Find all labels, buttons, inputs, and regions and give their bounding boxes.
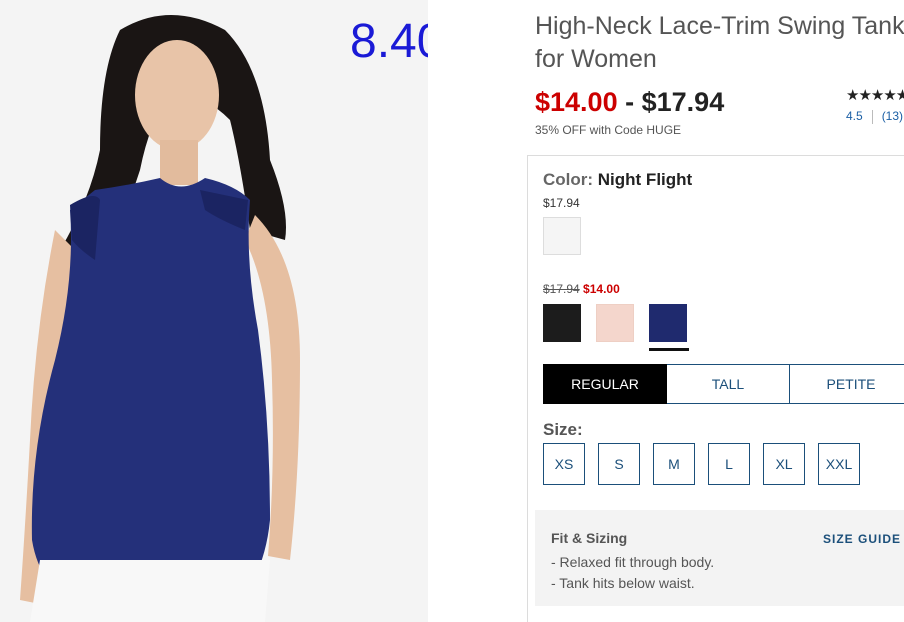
- selected-swatch-indicator: [649, 348, 689, 351]
- sale-price: $14.00: [535, 87, 618, 117]
- size-s-button[interactable]: S: [598, 443, 640, 485]
- rating-row[interactable]: 4.5 (13): [846, 109, 903, 124]
- product-image: 8.40$: [0, 0, 428, 622]
- rating-value[interactable]: 4.5: [846, 109, 863, 123]
- swatch-night-flight[interactable]: [649, 304, 687, 342]
- review-count-link[interactable]: (13): [882, 109, 903, 123]
- color-label-text: Color:: [543, 170, 594, 189]
- fit-tabs: REGULAR TALL PETITE: [543, 364, 904, 404]
- regular-price: $17.94: [641, 87, 725, 117]
- options-panel-border-left: [527, 155, 528, 622]
- color-group-price: $17.94: [543, 196, 580, 210]
- price-dash: -: [625, 87, 635, 117]
- tab-regular[interactable]: REGULAR: [543, 364, 667, 404]
- options-panel-border-top: [527, 155, 904, 156]
- price-range: $14.00 - $17.94: [535, 87, 724, 118]
- size-l-button[interactable]: L: [708, 443, 750, 485]
- rating-stars-icon: ★★★★★: [846, 87, 904, 104]
- size-guide-link[interactable]: SIZE GUIDE: [823, 532, 901, 546]
- selected-color-name: Night Flight: [597, 170, 693, 189]
- size-m-button[interactable]: M: [653, 443, 695, 485]
- original-price: $17.94: [543, 282, 580, 296]
- product-title-line2: for Women: [535, 45, 657, 73]
- size-label: Size:: [543, 420, 583, 439]
- fit-sizing-box: Fit & Sizing - Relaxed fit through body.…: [535, 510, 904, 606]
- overlay-price-annotation: 8.40$: [350, 15, 428, 68]
- size-xl-button[interactable]: XL: [763, 443, 805, 485]
- product-title-line1: High-Neck Lace-Trim Swing Tank: [535, 12, 904, 40]
- swatch-pink[interactable]: [596, 304, 634, 342]
- swatch-black[interactable]: [543, 304, 581, 342]
- size-xs-button[interactable]: XS: [543, 443, 585, 485]
- model-photo: [0, 0, 428, 622]
- fit-sizing-list: - Relaxed fit through body. - Tank hits …: [551, 552, 714, 594]
- tab-tall[interactable]: TALL: [667, 364, 790, 404]
- fit-sizing-title: Fit & Sizing: [551, 530, 628, 546]
- size-options: XS S M L XL XXL: [543, 443, 860, 485]
- fit-bullet: - Tank hits below waist.: [551, 575, 695, 591]
- color-label: Color: Night Flight: [543, 170, 692, 190]
- promo-text: 35% OFF with Code HUGE: [535, 123, 682, 137]
- fit-bullet: - Relaxed fit through body.: [551, 554, 715, 570]
- swatch-white[interactable]: [543, 217, 581, 255]
- rating-divider: [871, 109, 873, 124]
- size-xxl-button[interactable]: XXL: [818, 443, 860, 485]
- tab-petite[interactable]: PETITE: [790, 364, 904, 404]
- discount-price: $14.00: [583, 282, 620, 296]
- color-group-sale-price: $17.94 $14.00: [543, 282, 620, 296]
- product-title: High-Neck Lace-Trim Swing Tank for Women: [535, 10, 904, 76]
